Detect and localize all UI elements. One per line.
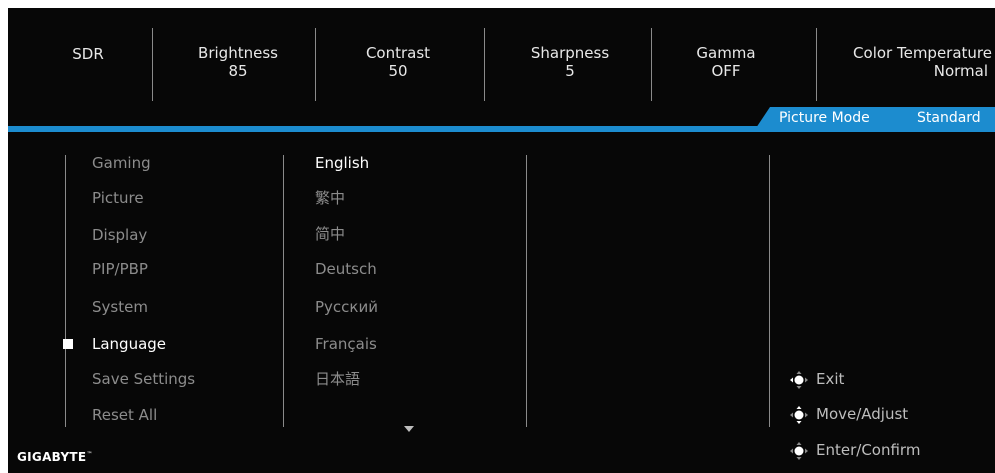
hdr-mode-label: SDR — [72, 45, 104, 63]
contrast-value: 50 — [388, 62, 408, 80]
hint-enter-confirm-label: Enter/Confirm — [816, 441, 921, 459]
gigabyte-logo: GIGABYTE™ — [17, 450, 93, 464]
brightness-indicator: Brightness 85 — [178, 44, 298, 80]
menu-item-system[interactable]: System — [92, 298, 148, 316]
hint-move-adjust-label: Move/Adjust — [816, 405, 909, 423]
column-divider — [769, 155, 770, 427]
language-option-simplified-chinese[interactable]: 简中 — [315, 225, 345, 243]
trademark-mark: ™ — [86, 451, 93, 458]
column-divider — [283, 155, 284, 427]
menu-item-reset-all[interactable]: Reset All — [92, 406, 157, 424]
contrast-label: Contrast — [365, 44, 431, 62]
menu-item-gaming[interactable]: Gaming — [92, 154, 151, 172]
joystick-press-icon — [790, 442, 808, 460]
color-temperature-indicator: Color Temperature Normal — [838, 44, 992, 80]
contrast-indicator: Contrast 50 — [338, 44, 458, 80]
brightness-value: 85 — [228, 62, 248, 80]
menu-item-pip-pbp[interactable]: PIP/PBP — [92, 260, 148, 278]
picture-mode-label: Picture Mode — [779, 110, 870, 126]
language-option-english[interactable]: English — [315, 154, 369, 172]
osd-menu: SDR Brightness 85 Contrast 50 Sharpness … — [8, 8, 995, 473]
menu-item-picture[interactable]: Picture — [92, 189, 144, 207]
language-option-traditional-chinese[interactable]: 繁中 — [315, 189, 345, 207]
top-divider — [484, 28, 485, 101]
scroll-down-arrow-icon[interactable] — [404, 426, 414, 432]
joystick-left-icon — [790, 371, 808, 389]
sharpness-value: 5 — [565, 62, 575, 80]
joystick-all-directions-icon — [790, 406, 808, 424]
logo-text: GIGABYTE — [17, 450, 87, 464]
hint-exit-label: Exit — [816, 370, 845, 388]
color-temperature-label: Color Temperature — [853, 44, 992, 62]
language-option-russian[interactable]: Русский — [315, 298, 378, 316]
top-divider — [315, 28, 316, 101]
sharpness-label: Sharpness — [530, 44, 610, 62]
top-divider — [152, 28, 153, 101]
selection-marker — [63, 339, 73, 349]
sharpness-indicator: Sharpness 5 — [510, 44, 630, 80]
menu-item-save-settings[interactable]: Save Settings — [92, 370, 195, 388]
gamma-value: OFF — [711, 62, 741, 80]
language-option-deutsch[interactable]: Deutsch — [315, 260, 377, 278]
column-divider — [65, 155, 66, 427]
top-divider — [816, 28, 817, 101]
menu-item-language[interactable]: Language — [92, 335, 166, 353]
gamma-indicator: Gamma OFF — [676, 44, 776, 80]
picture-mode-value: Standard — [917, 110, 981, 126]
language-option-francais[interactable]: Français — [315, 335, 377, 353]
hdr-mode-indicator: SDR — [60, 45, 116, 63]
menu-item-display[interactable]: Display — [92, 226, 147, 244]
gamma-label: Gamma — [696, 44, 756, 62]
column-divider — [526, 155, 527, 427]
language-option-japanese[interactable]: 日本語 — [315, 370, 360, 388]
top-divider — [651, 28, 652, 101]
color-temperature-value: Normal — [933, 62, 988, 80]
brightness-label: Brightness — [198, 44, 278, 62]
